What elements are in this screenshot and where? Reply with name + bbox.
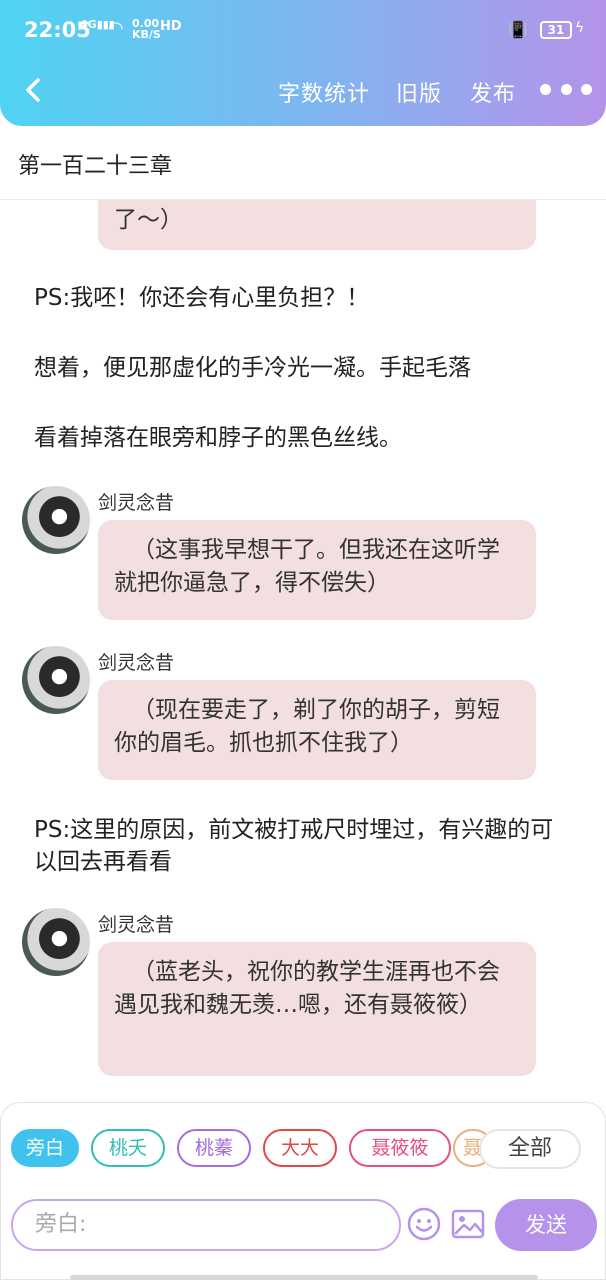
net-speed: 0.00 KB/S xyxy=(132,18,161,40)
message-list[interactable]: 了〜） PS:我呸！你还会有心里负担？！ 想着，便见那虚化的手冷光一凝。手起毛落… xyxy=(0,200,606,1102)
image-icon[interactable] xyxy=(451,1209,485,1239)
emoji-icon[interactable] xyxy=(407,1207,441,1241)
vibrate-icon: 📳 xyxy=(508,20,528,39)
back-icon[interactable] xyxy=(20,74,46,106)
message-bubble[interactable]: （这事我早想干了。但我还在这听学就把你逼急了，得不偿失） xyxy=(98,520,536,620)
narration-text[interactable]: 看着掉落在眼旁和脖子的黑色丝线。 xyxy=(34,422,574,454)
narration-text[interactable]: 想着，便见那虚化的手冷光一凝。手起毛落 xyxy=(34,352,574,384)
chapter-bar: 第一百二十三章 xyxy=(0,126,606,200)
chapter-title[interactable]: 第一百二十三章 xyxy=(18,148,172,180)
all-roles-button[interactable]: 全部 xyxy=(479,1129,581,1169)
avatar[interactable] xyxy=(22,908,90,976)
top-bar: 22:05 4G▮▮▮ ◠ 0.00 KB/S HD 📳 31 ϟ 字数统计 旧版… xyxy=(0,0,606,126)
home-indicator xyxy=(70,1275,538,1280)
input-panel: 旁白 桃夭 桃蓁 大大 聂筱筱聂 全部 旁白: 发送 xyxy=(0,1102,606,1280)
message-bubble[interactable]: 了〜） xyxy=(98,200,536,250)
send-button[interactable]: 发送 xyxy=(495,1199,597,1251)
wifi-icon: ◠ xyxy=(108,18,124,39)
nav-row: 字数统计 旧版 发布 xyxy=(0,62,606,122)
message-input[interactable]: 旁白: xyxy=(11,1199,401,1251)
role-chip[interactable]: 聂筱筱 xyxy=(349,1129,451,1167)
role-chip[interactable]: 桃蓁 xyxy=(177,1129,251,1167)
more-icon[interactable] xyxy=(540,78,592,100)
status-bar: 22:05 4G▮▮▮ ◠ 0.00 KB/S HD 📳 31 ϟ xyxy=(0,0,606,60)
speaker-name: 剑灵念昔 xyxy=(98,492,175,514)
old-version-button[interactable]: 旧版 xyxy=(396,76,442,108)
network-type: 4G xyxy=(80,18,97,31)
avatar[interactable] xyxy=(22,486,90,554)
charging-icon: ϟ xyxy=(575,20,585,36)
message-bubble[interactable]: （蓝老头，祝你的教学生涯再也不会遇见我和魏无羡…嗯，还有聂筱筱） xyxy=(98,942,536,1076)
hd-icon: HD xyxy=(160,19,182,34)
narration-text[interactable]: PS:我呸！你还会有心里负担？！ xyxy=(34,282,574,314)
role-chip[interactable]: 桃夭 xyxy=(91,1129,165,1167)
role-chip[interactable]: 旁白 xyxy=(11,1129,79,1167)
speaker-name: 剑灵念昔 xyxy=(98,652,175,674)
message-bubble[interactable]: （现在要走了，剃了你的胡子，剪短你的眉毛。抓也抓不住我了） xyxy=(98,680,536,780)
narration-text[interactable]: PS:这里的原因，前文被打戒尺时埋过，有兴趣的可以回去再看看 xyxy=(34,814,574,878)
role-chip[interactable]: 大大 xyxy=(263,1129,337,1167)
publish-button[interactable]: 发布 xyxy=(470,76,516,108)
word-count-button[interactable]: 字数统计 xyxy=(278,76,370,108)
battery-icon: 31 xyxy=(540,21,572,39)
net-speed-unit: KB/S xyxy=(132,28,161,41)
avatar[interactable] xyxy=(22,646,90,714)
speaker-name: 剑灵念昔 xyxy=(98,914,175,936)
